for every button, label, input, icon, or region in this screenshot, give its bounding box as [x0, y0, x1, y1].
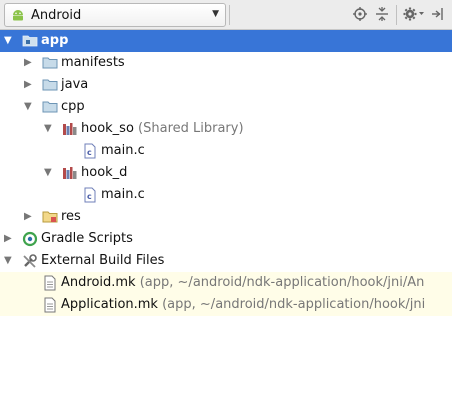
- expanded-arrow-icon[interactable]: ▼: [44, 123, 52, 134]
- tree-label: Android.mk: [61, 275, 136, 290]
- expanded-arrow-icon[interactable]: ▼: [4, 35, 12, 46]
- tree-node-hook-d-main-c[interactable]: c main.c: [0, 184, 452, 206]
- tree-label: cpp: [61, 99, 85, 114]
- tree-label-group: Android.mk (app, ~/android/ndk-applicati…: [61, 275, 424, 290]
- tree-node-java[interactable]: ▶ java: [0, 74, 452, 96]
- native-library-icon: [62, 165, 78, 181]
- folder-icon: [42, 55, 58, 71]
- expanded-arrow-icon[interactable]: ▼: [24, 101, 32, 112]
- c-file-icon: c: [82, 187, 98, 203]
- tree-label-group: hook_so (Shared Library): [81, 121, 244, 136]
- module-folder-icon: [22, 33, 38, 49]
- tree-node-android-mk[interactable]: Android.mk (app, ~/android/ndk-applicati…: [0, 272, 452, 294]
- tree-label: hook_d: [81, 165, 128, 180]
- tree-label: manifests: [61, 55, 125, 70]
- text-file-icon: [42, 297, 58, 313]
- tree-label: External Build Files: [41, 253, 165, 268]
- toolbar-divider: [396, 5, 397, 25]
- hide-panel-icon[interactable]: [430, 6, 448, 24]
- tree-label: Gradle Scripts: [41, 231, 133, 246]
- gradle-icon: [22, 231, 38, 247]
- c-file-icon: c: [82, 143, 98, 159]
- tree-node-app[interactable]: ▼ app: [0, 30, 452, 52]
- expanded-arrow-icon[interactable]: ▼: [4, 255, 12, 266]
- tree-label: java: [61, 77, 89, 92]
- tree-node-cpp[interactable]: ▼ cpp: [0, 96, 452, 118]
- collapsed-arrow-icon[interactable]: ▶: [24, 79, 32, 90]
- svg-text:c: c: [87, 148, 92, 157]
- tree-node-manifests[interactable]: ▶ manifests: [0, 52, 452, 74]
- tree-node-hook-d[interactable]: ▼ hook_d: [0, 162, 452, 184]
- project-view-label: Android: [31, 8, 82, 23]
- tree-label: Application.mk: [61, 297, 158, 312]
- locate-target-icon[interactable]: [352, 6, 370, 24]
- collapse-all-icon[interactable]: [374, 6, 392, 24]
- expanded-arrow-icon[interactable]: ▼: [44, 167, 52, 178]
- tree-label: hook_so: [81, 121, 134, 136]
- tree-label: main.c: [101, 143, 145, 158]
- tree-node-application-mk[interactable]: Application.mk (app, ~/android/ndk-appli…: [0, 294, 452, 316]
- android-icon: [11, 8, 25, 26]
- settings-gear-icon[interactable]: [402, 6, 426, 24]
- tree-hint: (app, ~/android/ndk-application/hook/jni: [162, 297, 426, 312]
- folder-icon: [42, 77, 58, 93]
- tree-label: res: [61, 209, 81, 224]
- native-library-icon: [62, 121, 78, 137]
- toolbar-divider: [229, 5, 230, 25]
- tree-label-group: Application.mk (app, ~/android/ndk-appli…: [61, 297, 425, 312]
- tree-node-hook-so-main-c[interactable]: c main.c: [0, 140, 452, 162]
- tree-node-hook-so[interactable]: ▼ hook_so (Shared Library): [0, 118, 452, 140]
- svg-text:c: c: [87, 192, 92, 201]
- text-file-icon: [42, 275, 58, 291]
- folder-icon: [42, 99, 58, 115]
- tree-label: main.c: [101, 187, 145, 202]
- collapsed-arrow-icon[interactable]: ▶: [4, 233, 12, 244]
- build-tools-icon: [22, 253, 38, 269]
- tree-hint: (app, ~/android/ndk-application/hook/jni…: [139, 275, 425, 290]
- project-toolbar: Android ▼: [0, 0, 452, 30]
- collapsed-arrow-icon[interactable]: ▶: [24, 57, 32, 68]
- caret-down-icon: ▼: [212, 9, 219, 19]
- tree-node-res[interactable]: ▶ res: [0, 206, 452, 228]
- collapsed-arrow-icon[interactable]: ▶: [24, 211, 32, 222]
- tree-hint: (Shared Library): [138, 121, 244, 136]
- resource-folder-icon: [42, 209, 58, 225]
- tree-node-gradle-scripts[interactable]: ▶ Gradle Scripts: [0, 228, 452, 250]
- tree-node-external-build-files[interactable]: ▼ External Build Files: [0, 250, 452, 272]
- tree-label: app: [41, 33, 69, 48]
- project-view-dropdown[interactable]: Android ▼: [4, 3, 226, 27]
